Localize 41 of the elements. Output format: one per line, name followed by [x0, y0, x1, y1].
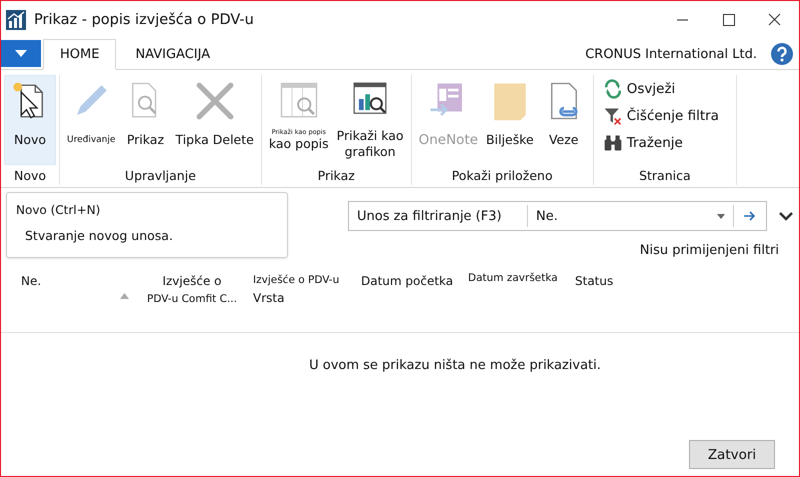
delete-x-icon [194, 80, 236, 122]
column-header[interactable]: PDV-u Comfit C... [147, 293, 237, 305]
group-label: Pokaži priloženo [452, 168, 553, 185]
help-icon[interactable] [771, 43, 793, 65]
group-label: Prikaz [318, 168, 355, 185]
close-button[interactable]: Zatvori [689, 440, 775, 469]
window-title: Prikaz - popis izvješća o PDV-u [34, 12, 254, 28]
ribbon-tab[interactable]: HOME [43, 39, 116, 70]
column-header[interactable]: Status [575, 274, 614, 288]
app-menu-button[interactable] [1, 40, 41, 67]
ribbon-button[interactable]: Prikaži kao grafikon [332, 75, 408, 165]
ribbon-button[interactable]: Bilješke [482, 75, 538, 165]
group-label: Stranica [639, 168, 691, 185]
arrow-right-icon[interactable] [744, 211, 756, 221]
group-label: Upravljanje [124, 168, 196, 185]
tooltip-title: Novo (Ctrl+N) [16, 203, 100, 217]
empty-message: U ovom se prikazu ništa ne može prikazivati. [309, 358, 601, 373]
company-name: CRONUS International Ltd. [585, 47, 757, 62]
bar-chart-icon [6, 10, 26, 30]
ribbon-button[interactable]: Traženje [602, 131, 719, 155]
column-header[interactable]: Ne. [21, 274, 42, 288]
column-header[interactable]: Datum početka [361, 274, 454, 288]
ribbon-tab[interactable]: NAVIGACIJA [118, 39, 228, 70]
ribbon-button[interactable]: Osvježi [602, 77, 719, 101]
group-label: Novo [14, 168, 46, 185]
binoculars-icon [602, 133, 623, 153]
caret-icon [15, 50, 27, 58]
ribbon-button[interactable]: Čišćenje filtra [602, 104, 719, 128]
chevron-down-icon[interactable] [779, 212, 793, 220]
ribbon-button[interactable]: Veze [538, 75, 590, 165]
refresh-icon [602, 79, 623, 99]
column-header[interactable]: Izvješće o PDV-u [253, 274, 340, 286]
filter-field-dropdown[interactable]: Ne. [528, 205, 734, 227]
column-header[interactable]: Izvješće o [162, 274, 222, 288]
column-header[interactable]: Datum završetka [468, 272, 558, 284]
ribbon-button[interactable]: Novo [4, 75, 56, 165]
clear-filter-icon [602, 106, 623, 126]
caret-icon [717, 214, 725, 218]
column-header[interactable]: Vrsta [253, 291, 284, 305]
filter-status: Nisu primijenjeni filtri [640, 243, 779, 258]
filter-input[interactable]: Unos za filtriranje (F3) [349, 205, 528, 227]
